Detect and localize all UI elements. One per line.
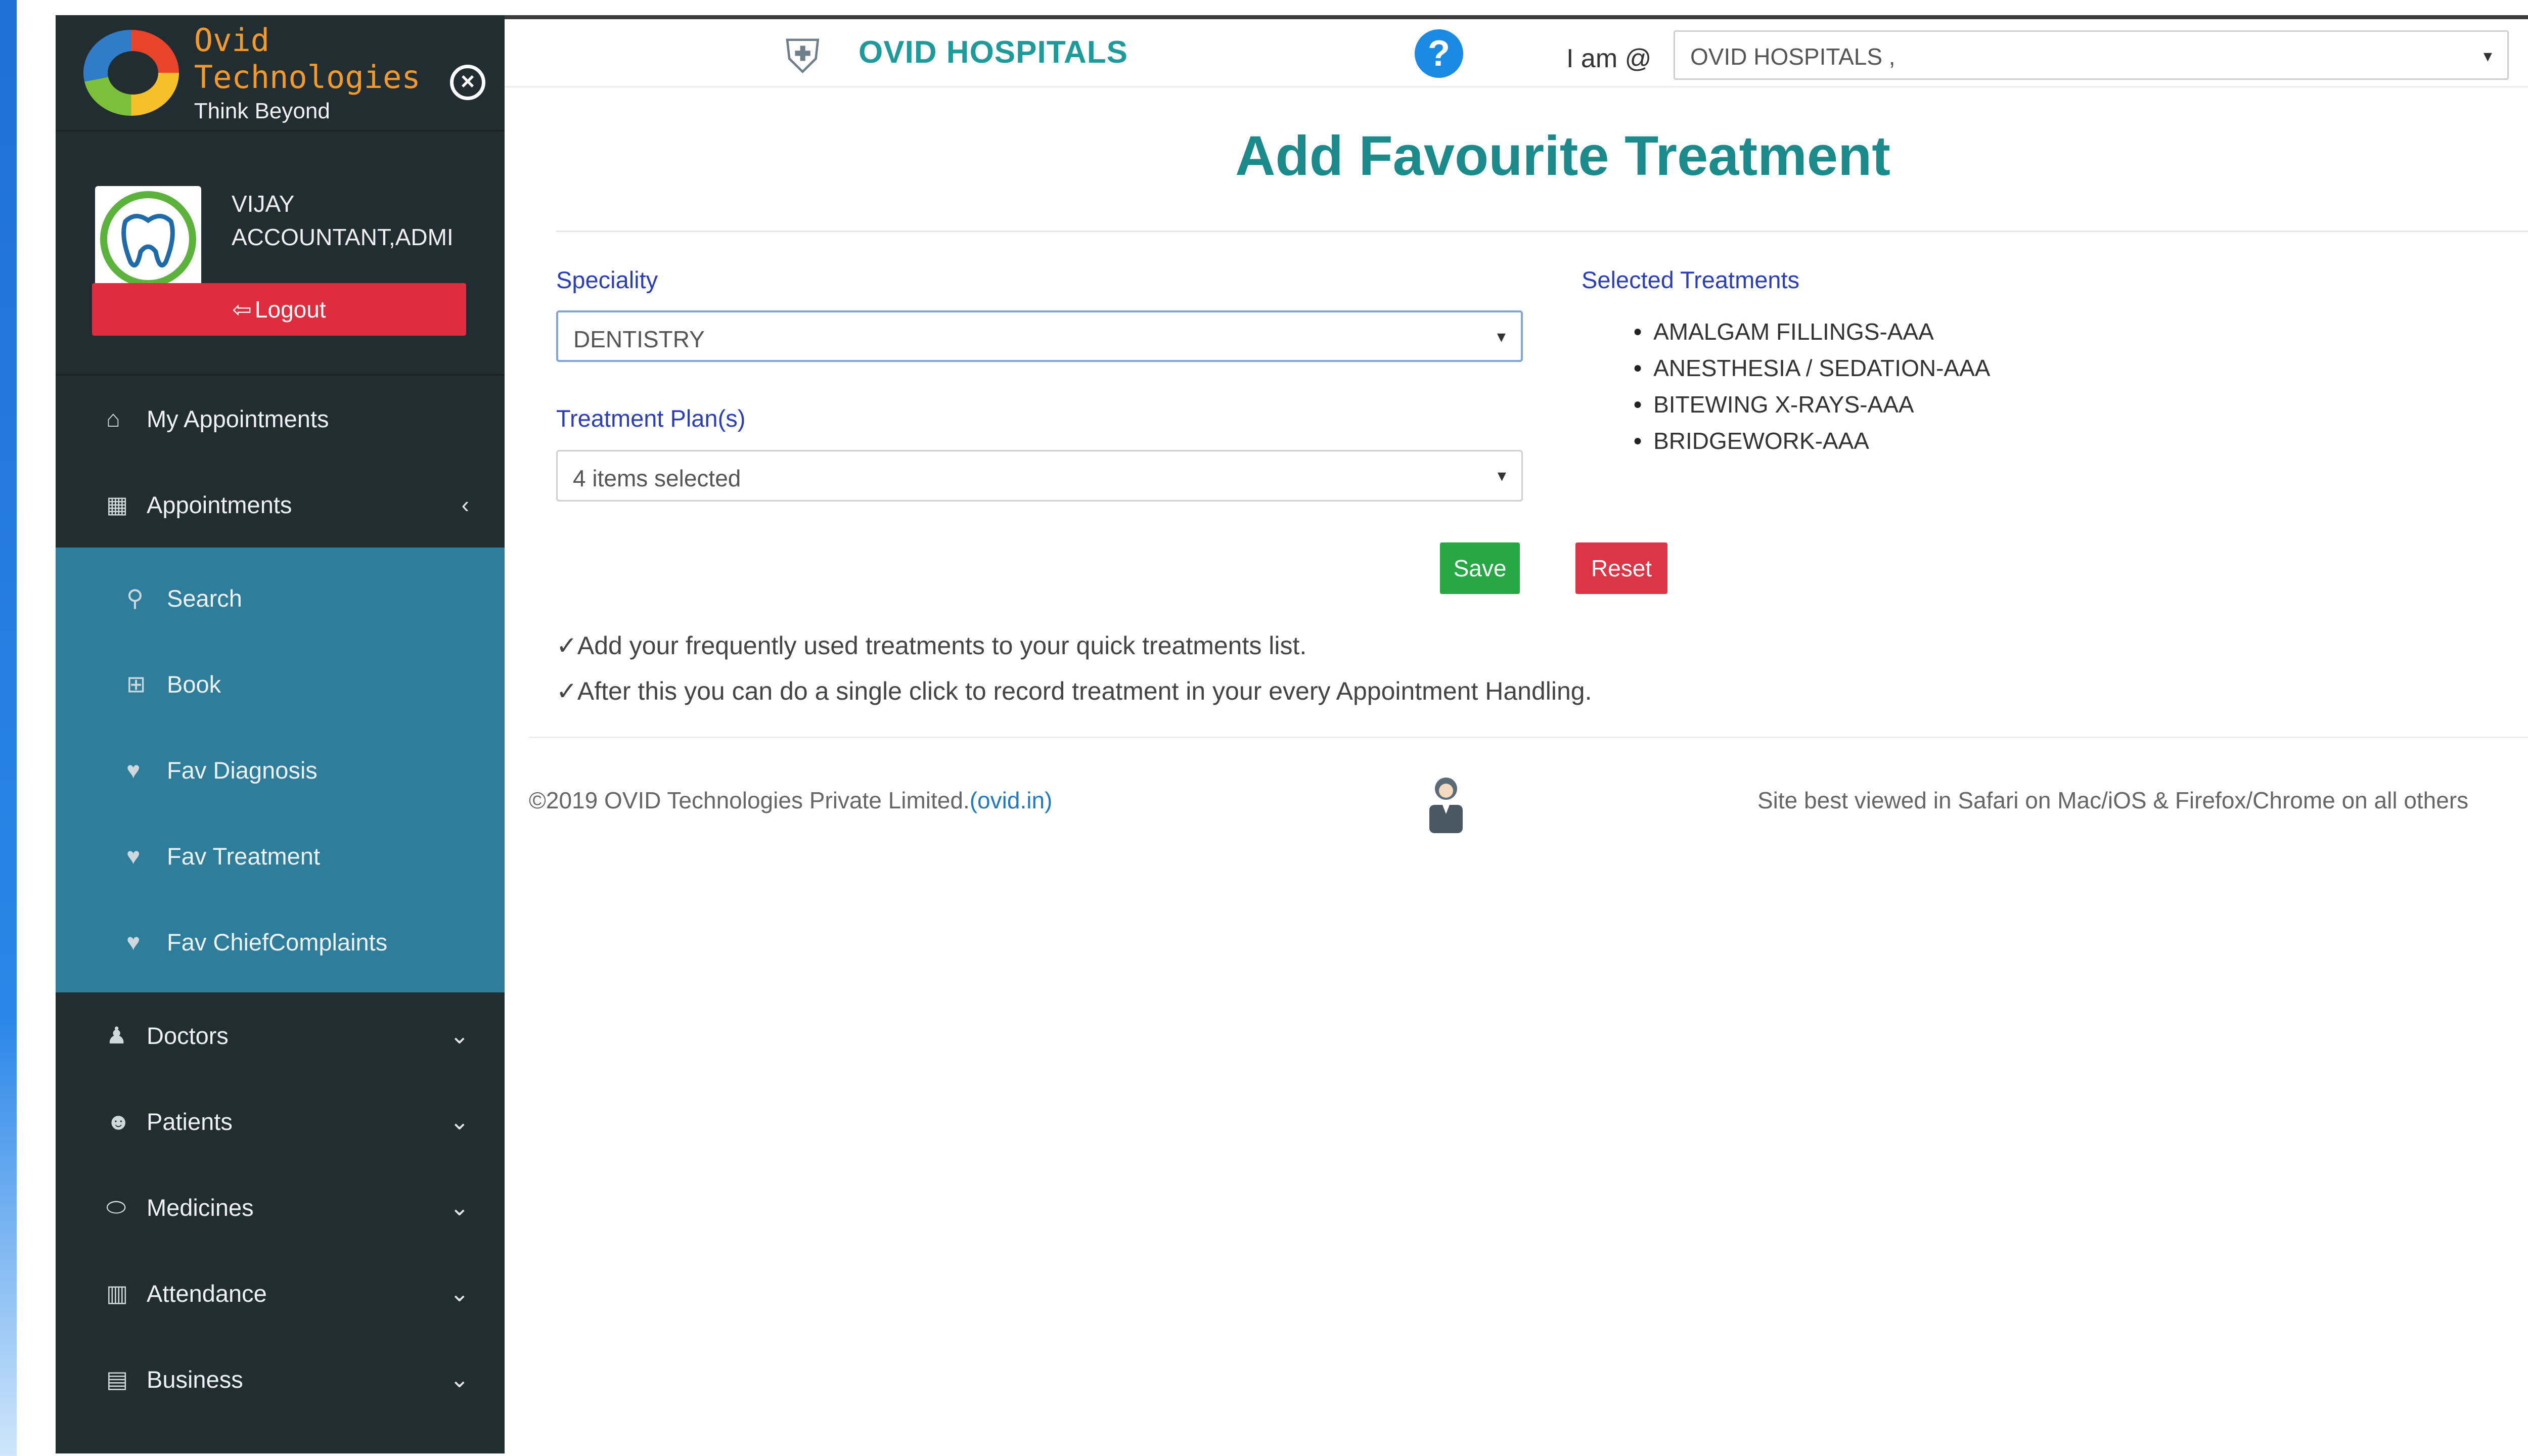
search-icon: ⚲ (126, 585, 144, 611)
sidebar-item-label: Medicines (147, 1194, 254, 1221)
heart-icon: ♥ (126, 757, 141, 783)
sidebar-item-attendance[interactable]: ▥ Attendance ⌄ (56, 1250, 505, 1336)
pills-icon: ⬭ (106, 1194, 126, 1220)
sidebar-item-label: Patients (147, 1108, 233, 1135)
heart-icon: ♥ (126, 929, 141, 955)
chevron-left-icon: ‹ (461, 491, 469, 518)
treatment-plan-value: 4 items selected (573, 465, 741, 491)
divider (529, 737, 2528, 738)
heart-icon: ♥ (126, 843, 141, 869)
speciality-select[interactable]: DENTISTRY ▾ (556, 310, 1523, 362)
hospital-title: OVID HOSPITALS (859, 35, 1128, 70)
treatment-plan-select[interactable]: 4 items selected ▾ (556, 450, 1523, 502)
sidebar-item-label: Business (147, 1366, 243, 1393)
reset-button[interactable]: Reset (1575, 542, 1667, 594)
ovid-link[interactable]: (ovid.in) (970, 787, 1053, 813)
sidebar-item-fav-diagnosis[interactable]: ♥ Fav Diagnosis (56, 727, 505, 813)
calendar-icon: ▦ (106, 491, 128, 518)
hospital-icon: ⛨ (785, 31, 820, 82)
caret-down-icon: ▾ (1497, 327, 1506, 346)
brand-logo-icon (83, 29, 179, 116)
home-icon: ⌂ (106, 405, 120, 432)
user-role: ACCOUNTANT,ADMI (232, 224, 454, 250)
browser-note: Site best viewed in Safari on Mac/iOS & … (1757, 787, 2469, 813)
close-icon[interactable]: × (450, 65, 485, 100)
chevron-down-icon: ⌄ (449, 1108, 469, 1134)
treatment-plan-label: Treatment Plan(s) (556, 405, 746, 432)
sidebar-item-label: Fav Treatment (167, 842, 320, 870)
book-icon: ▥ (106, 1280, 128, 1306)
sidebar-item-patients[interactable]: ☻ Patients ⌄ (56, 1078, 505, 1164)
sidebar-item-label: Appointments (147, 491, 292, 518)
top-border (505, 15, 2528, 19)
speciality-label: Speciality (556, 266, 658, 293)
sidebar-item-medicines[interactable]: ⬭ Medicines ⌄ (56, 1164, 505, 1250)
sidebar-item-label: Fav Diagnosis (167, 756, 318, 784)
sidebar-item-search[interactable]: ⚲ Search (56, 555, 505, 641)
sidebar-item-business[interactable]: ▤ Business ⌄ (56, 1336, 505, 1422)
header: ⛨ OVID HOSPITALS ? I am @ OVID HOSPITALS… (505, 19, 2528, 87)
sidebar-item-fav-treatment[interactable]: ♥ Fav Treatment (56, 813, 505, 899)
doctor-icon: ♟ (106, 1022, 127, 1049)
caret-down-icon: ▾ (2483, 47, 2492, 66)
user-panel: VIJAY ACCOUNTANT,ADMI ⇦ Logout (56, 131, 505, 374)
speciality-value: DENTISTRY (573, 326, 705, 352)
brand-tagline: Think Beyond (194, 98, 330, 123)
help-icon[interactable]: ? (1415, 29, 1463, 78)
avatar (95, 186, 201, 292)
caret-down-icon: ▾ (1497, 466, 1506, 485)
organization-value: OVID HOSPITALS , (1690, 43, 1895, 70)
help-note: ✓After this you can do a single click to… (556, 677, 1592, 705)
sidebar-item-doctors[interactable]: ♟ Doctors ⌄ (56, 992, 505, 1078)
desktop-gap (17, 0, 56, 1456)
list-item: BITEWING X-RAYS-AAA (1633, 386, 1990, 423)
list-item: ANESTHESIA / SEDATION-AAA (1633, 350, 1990, 386)
users-icon: ☻ (106, 1108, 131, 1134)
organization-select[interactable]: OVID HOSPITALS , ▾ (1674, 30, 2509, 80)
sidebar-item-label: Search (167, 584, 242, 612)
sidebar-item-label: My Appointments (147, 405, 329, 432)
tooth-logo-icon (100, 191, 196, 287)
sidebar-item-label: Fav ChiefComplaints (167, 928, 388, 956)
chevron-down-icon: ⌄ (449, 1280, 469, 1306)
footer-copyright: ©2019 OVID Technologies Private Limited.… (529, 787, 1052, 814)
sidebar-item-label: Attendance (147, 1280, 267, 1307)
appointments-submenu: ⚲ Search ⊞ Book ♥ Fav Diagnosis ♥ Fav Tr… (56, 548, 505, 992)
sidebar-item-my-appointments[interactable]: ⌂ My Appointments (56, 376, 505, 462)
clipboard-icon: ▤ (106, 1366, 128, 1392)
sidebar-item-appointments[interactable]: ▦ Appointments ‹ (56, 462, 505, 548)
logout-button[interactable]: ⇦ Logout (92, 283, 466, 336)
list-item: BRIDGEWORK-AAA (1633, 423, 1990, 459)
sidebar-item-fav-chiefcomplaints[interactable]: ♥ Fav ChiefComplaints (56, 899, 505, 985)
sidebar-item-label: Doctors (147, 1022, 229, 1049)
chevron-down-icon: ⌄ (449, 1366, 469, 1392)
page-title: Add Favourite Treatment (1235, 125, 1890, 187)
desktop-edge (0, 0, 17, 1456)
chevron-down-icon: ⌄ (449, 1194, 469, 1220)
support-agent-icon[interactable] (1423, 774, 1469, 834)
logout-label: Logout (254, 296, 326, 323)
iam-label: I am @ (1566, 44, 1652, 73)
plus-square-icon: ⊞ (126, 671, 146, 697)
logout-icon: ⇦ (232, 296, 252, 323)
user-name: VIJAY (232, 191, 295, 217)
selected-treatments-label: Selected Treatments (1582, 266, 1800, 293)
selected-treatments-list: AMALGAM FILLINGS-AAA ANESTHESIA / SEDATI… (1633, 313, 1990, 459)
chevron-down-icon: ⌄ (449, 1022, 469, 1049)
copyright-text: ©2019 OVID Technologies Private Limited. (529, 787, 970, 813)
brand: Ovid Technologies Think Beyond × (56, 15, 505, 131)
sidebar-item-book[interactable]: ⊞ Book (56, 641, 505, 727)
sidebar: Ovid Technologies Think Beyond × VIJAY A… (56, 15, 505, 1453)
divider (556, 231, 2528, 232)
sidebar-item-label: Book (167, 670, 221, 698)
list-item: AMALGAM FILLINGS-AAA (1633, 313, 1990, 350)
save-button[interactable]: Save (1440, 542, 1520, 594)
help-note: ✓Add your frequently used treatments to … (556, 631, 1307, 660)
